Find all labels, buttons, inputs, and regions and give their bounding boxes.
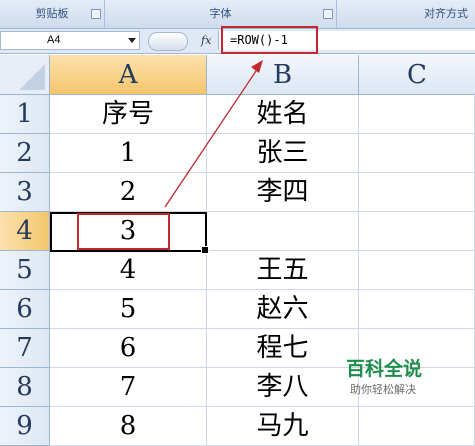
watermark-title: 百科全说	[346, 358, 423, 380]
watermark: 百科全说 助你轻松解决	[336, 348, 475, 408]
arrow-line	[164, 67, 259, 208]
watermark-subtitle: 助你轻松解决	[350, 383, 416, 396]
arrow-head	[251, 60, 263, 73]
